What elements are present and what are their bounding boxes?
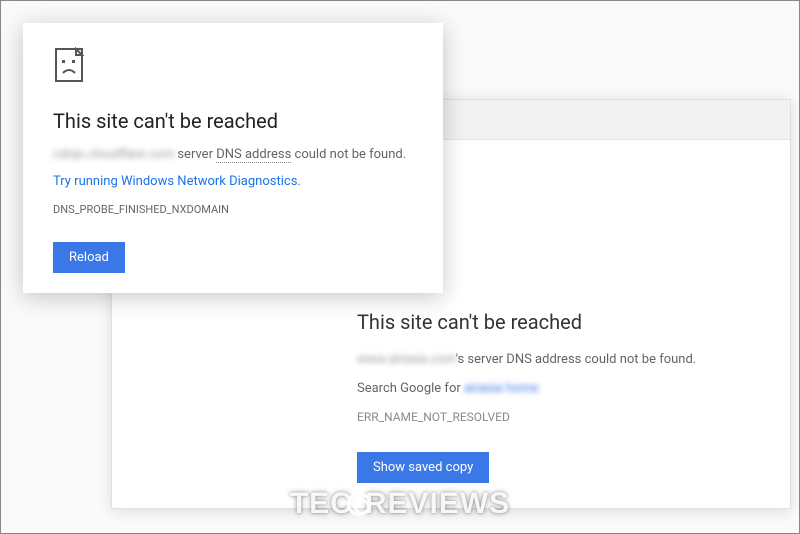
show-saved-copy-button[interactable]: Show saved copy	[357, 452, 489, 483]
error-code: DNS_PROBE_FINISHED_NXDOMAIN	[53, 203, 413, 216]
error-code: ERR_NAME_NOT_RESOLVED	[357, 410, 760, 424]
error-message: cdnjs.cloudflare.com server DNS address …	[53, 147, 413, 162]
blurred-hostname: cdnjs.cloudflare.com	[53, 147, 174, 162]
error-message: www.airasia.com's server DNS address cou…	[357, 352, 760, 367]
error-window-front: This site can't be reached cdnjs.cloudfl…	[23, 23, 443, 293]
error-title: This site can't be reached	[357, 310, 760, 334]
reload-button[interactable]: Reload	[53, 242, 125, 273]
network-diagnostics-link[interactable]: Try running Windows Network Diagnostics.	[53, 174, 413, 189]
search-suggestion: Search Google for airasia home	[357, 381, 760, 396]
error-title: This site can't be reached	[53, 109, 413, 133]
search-term-link[interactable]: airasia home	[464, 381, 539, 396]
blurred-hostname: www.airasia.com	[357, 352, 456, 367]
sad-page-icon	[53, 47, 89, 83]
dns-address-text: DNS address	[216, 147, 291, 163]
